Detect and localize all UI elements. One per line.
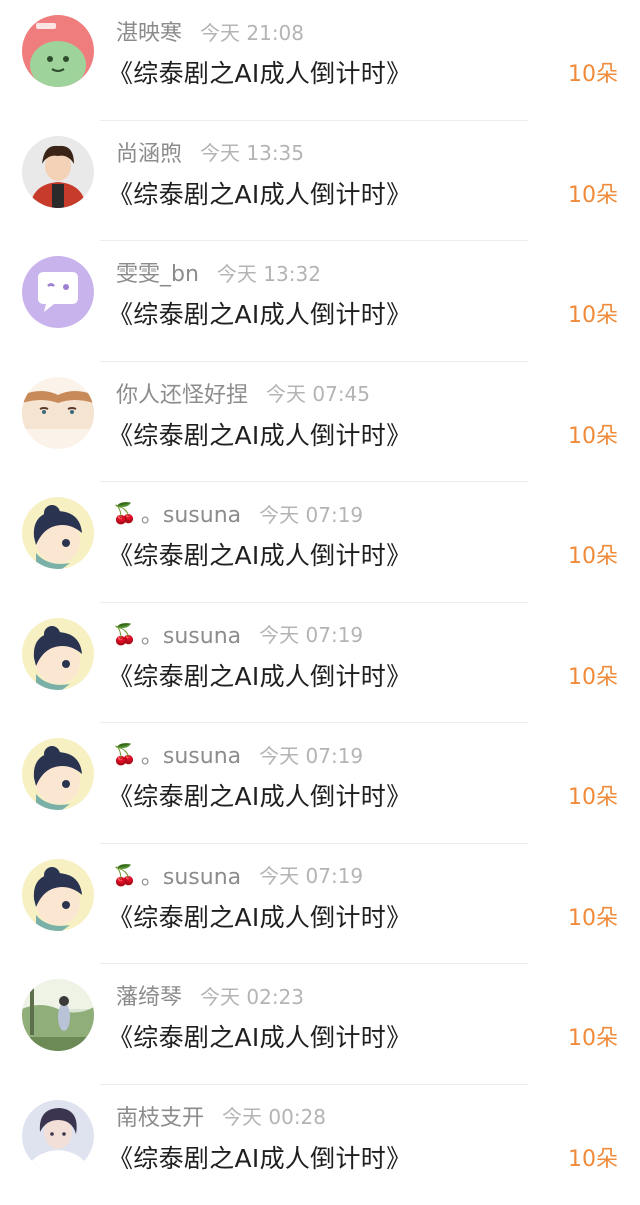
gift-count: 10朵: [568, 900, 618, 932]
gift-count: 10朵: [568, 56, 618, 88]
anime-boy-avatar-icon: [22, 377, 94, 449]
book-title[interactable]: 《综泰剧之AI成人倒计时》: [108, 657, 411, 693]
username[interactable]: 你人还怪好捏: [116, 377, 248, 409]
avatar[interactable]: [22, 377, 94, 449]
landscape-avatar-icon: [22, 979, 94, 1051]
avatar[interactable]: [22, 497, 94, 569]
cherry-icon: 🍒: [112, 501, 137, 525]
boy-photo-avatar-icon: [22, 136, 94, 208]
timestamp: 今天 00:28: [222, 1101, 326, 1130]
avatar[interactable]: [22, 979, 94, 1051]
book-title[interactable]: 《综泰剧之AI成人倒计时》: [108, 416, 411, 452]
book-title[interactable]: 《综泰剧之AI成人倒计时》: [108, 777, 411, 813]
cartoon-girl-avatar-icon: [22, 859, 94, 931]
timestamp: 今天 07:19: [259, 619, 363, 648]
gift-count: 10朵: [568, 1141, 618, 1173]
cartoon-girl-avatar-icon: [22, 738, 94, 810]
gift-count: 10朵: [568, 659, 618, 691]
gift-count: 10朵: [568, 297, 618, 329]
timestamp: 今天 07:19: [259, 740, 363, 769]
username[interactable]: 。susuna: [141, 738, 241, 770]
avatar[interactable]: [22, 1100, 94, 1172]
book-title[interactable]: 《综泰剧之AI成人倒计时》: [108, 536, 411, 572]
list-item[interactable]: 藩绮琴 今天 02:23 《综泰剧之AI成人倒计时》 10朵: [0, 964, 640, 1085]
purple-chat-avatar-icon: [22, 256, 94, 328]
gift-count: 10朵: [568, 1020, 618, 1052]
green-cartoon-avatar-icon: [22, 15, 94, 87]
gift-count: 10朵: [568, 538, 618, 570]
list-item[interactable]: 雯雯_bn 今天 13:32 《综泰剧之AI成人倒计时》 10朵: [0, 241, 640, 362]
cherry-icon: 🍒: [112, 863, 137, 887]
list-item[interactable]: 湛映寒 今天 21:08 《综泰剧之AI成人倒计时》 10朵: [0, 0, 640, 121]
list-item[interactable]: 🍒 。susuna 今天 07:19 《综泰剧之AI成人倒计时》 10朵: [0, 844, 640, 965]
timestamp: 今天 02:23: [200, 981, 304, 1010]
timestamp: 今天 13:35: [200, 137, 304, 166]
book-title[interactable]: 《综泰剧之AI成人倒计时》: [108, 54, 411, 90]
list-item[interactable]: 🍒 。susuna 今天 07:19 《综泰剧之AI成人倒计时》 10朵: [0, 482, 640, 603]
avatar[interactable]: [22, 256, 94, 328]
username[interactable]: 藩绮琴: [116, 979, 182, 1011]
list-item[interactable]: 🍒 。susuna 今天 07:19 《综泰剧之AI成人倒计时》 10朵: [0, 603, 640, 724]
cherry-icon: 🍒: [112, 622, 137, 646]
username[interactable]: 湛映寒: [116, 15, 182, 47]
avatar[interactable]: [22, 15, 94, 87]
cherry-icon: 🍒: [112, 742, 137, 766]
username[interactable]: 。susuna: [141, 618, 241, 650]
avatar[interactable]: [22, 136, 94, 208]
book-title[interactable]: 《综泰剧之AI成人倒计时》: [108, 295, 411, 331]
list-item[interactable]: 你人还怪好捏 今天 07:45 《综泰剧之AI成人倒计时》 10朵: [0, 362, 640, 483]
username[interactable]: 尚涵煦: [116, 136, 182, 168]
avatar[interactable]: [22, 618, 94, 690]
book-title[interactable]: 《综泰剧之AI成人倒计时》: [108, 1139, 411, 1175]
avatar[interactable]: [22, 738, 94, 810]
timestamp: 今天 13:32: [217, 258, 321, 287]
timestamp: 今天 07:19: [259, 860, 363, 889]
cartoon-girl-avatar-icon: [22, 618, 94, 690]
list-item[interactable]: 尚涵煦 今天 13:35 《综泰剧之AI成人倒计时》 10朵: [0, 121, 640, 242]
gift-record-list: 湛映寒 今天 21:08 《综泰剧之AI成人倒计时》 10朵 尚涵煦 今天 13…: [0, 0, 640, 1205]
timestamp: 今天 07:19: [259, 499, 363, 528]
username[interactable]: 。susuna: [141, 859, 241, 891]
timestamp: 今天 21:08: [200, 17, 304, 46]
list-item[interactable]: 🍒 。susuna 今天 07:19 《综泰剧之AI成人倒计时》 10朵: [0, 723, 640, 844]
timestamp: 今天 07:45: [266, 378, 370, 407]
book-title[interactable]: 《综泰剧之AI成人倒计时》: [108, 175, 411, 211]
book-title[interactable]: 《综泰剧之AI成人倒计时》: [108, 898, 411, 934]
gift-count: 10朵: [568, 177, 618, 209]
username[interactable]: 南枝支开: [116, 1100, 204, 1132]
portrait-avatar-icon: [22, 1100, 94, 1172]
book-title[interactable]: 《综泰剧之AI成人倒计时》: [108, 1018, 411, 1054]
username[interactable]: 。susuna: [141, 497, 241, 529]
gift-count: 10朵: [568, 779, 618, 811]
cartoon-girl-avatar-icon: [22, 497, 94, 569]
avatar[interactable]: [22, 859, 94, 931]
username[interactable]: 雯雯_bn: [116, 256, 199, 288]
gift-count: 10朵: [568, 418, 618, 450]
list-item[interactable]: 南枝支开 今天 00:28 《综泰剧之AI成人倒计时》 10朵: [0, 1085, 640, 1205]
